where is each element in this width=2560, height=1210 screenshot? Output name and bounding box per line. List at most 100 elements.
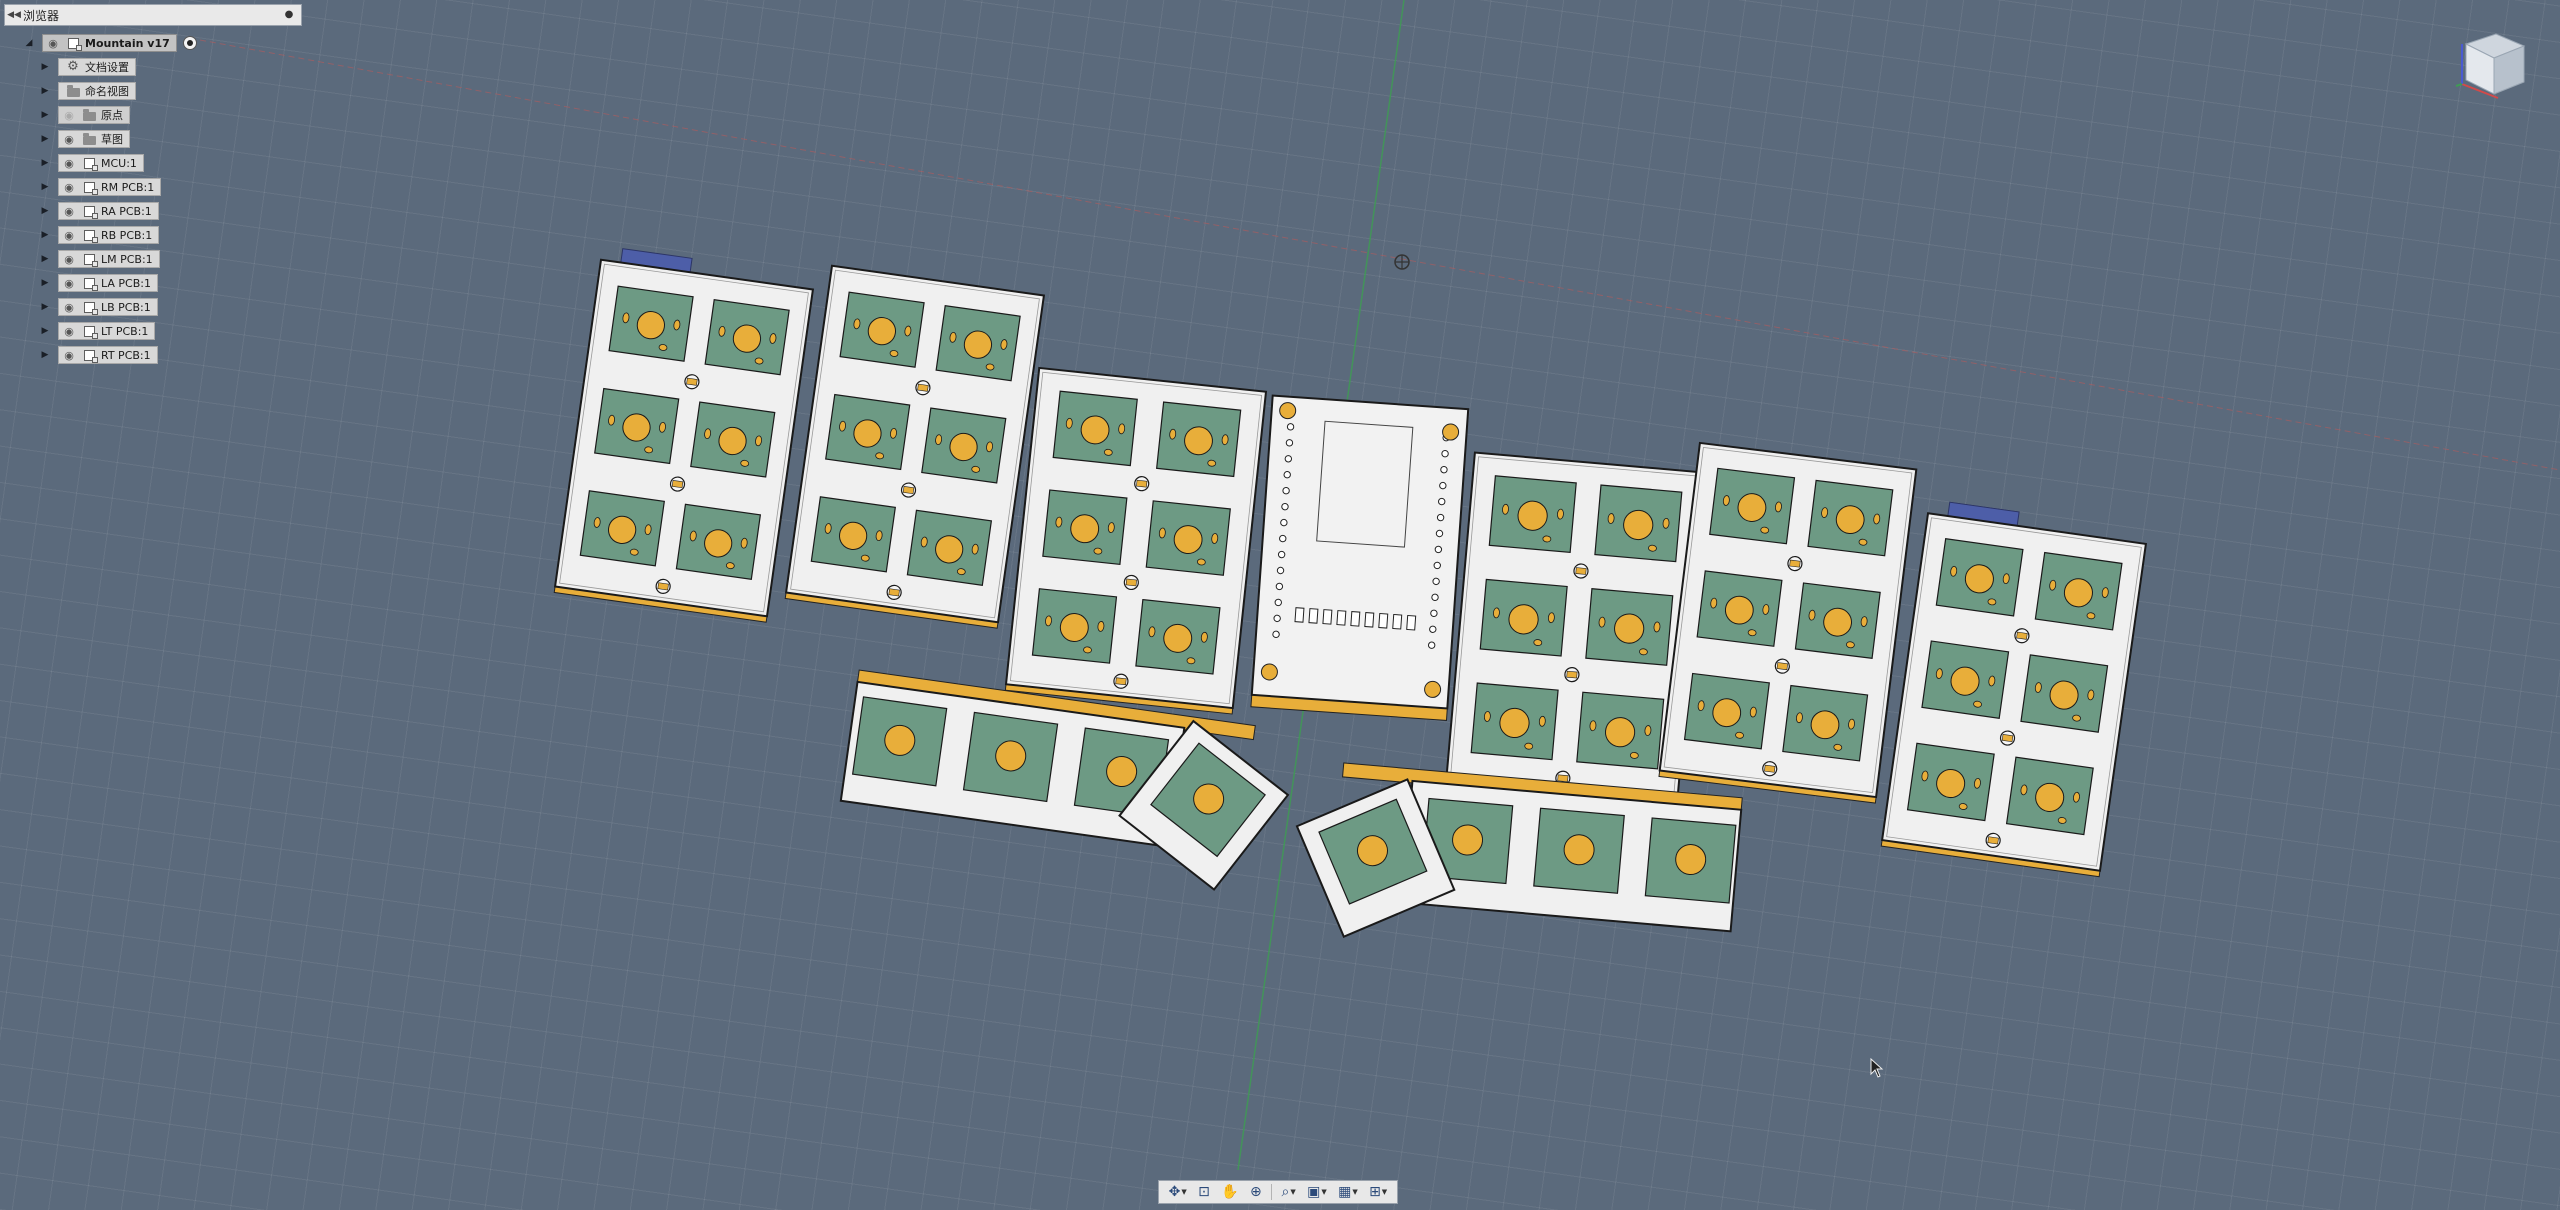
display-settings-tool[interactable]: ▣ ▼ bbox=[1305, 1182, 1329, 1202]
tree-item-node[interactable]: ◉ RA PCB:1 bbox=[58, 202, 159, 220]
lt-pcb-board[interactable] bbox=[553, 246, 815, 623]
visibility-eye-icon[interactable]: ◉ bbox=[61, 300, 77, 314]
expand-arrow-icon[interactable]: ▶ bbox=[38, 84, 52, 98]
visibility-eye-icon[interactable]: ◉ bbox=[45, 36, 61, 50]
viewports-icon: ⊞ bbox=[1369, 1184, 1381, 1200]
expand-arrow-icon[interactable]: ▶ bbox=[38, 276, 52, 290]
zoom-tool[interactable]: ⊕ bbox=[1248, 1182, 1264, 1202]
tree-item-node[interactable]: 命名视图 bbox=[58, 82, 136, 100]
expand-arrow-icon[interactable]: ▶ bbox=[38, 108, 52, 122]
component-icon bbox=[81, 300, 98, 315]
visibility-eye-icon[interactable]: ◉ bbox=[61, 324, 77, 338]
expand-arrow-icon[interactable]: ▶ bbox=[38, 228, 52, 242]
tree-item-row[interactable]: ▶ ◉ LM PCB:1 bbox=[38, 249, 160, 269]
keyboard-model[interactable] bbox=[0, 0, 2560, 1210]
activate-radio-icon[interactable] bbox=[182, 36, 197, 50]
root-node[interactable]: ◉ Mountain v17 bbox=[42, 34, 177, 52]
visibility-eye-icon[interactable]: ◉ bbox=[61, 252, 77, 266]
folder-icon bbox=[81, 132, 97, 146]
component-icon bbox=[81, 276, 98, 291]
collapse-arrow-icon[interactable]: ◢ bbox=[22, 36, 36, 50]
visibility-eye-icon[interactable]: ◉ bbox=[61, 132, 77, 146]
expand-arrow-icon[interactable]: ▶ bbox=[38, 156, 52, 170]
chevron-down-icon[interactable]: ▼ bbox=[1352, 1188, 1357, 1196]
tree-item-node[interactable]: ◉ MCU:1 bbox=[58, 154, 144, 172]
collapse-panel-icon[interactable]: ◀◀ bbox=[5, 10, 23, 20]
rt-pcb-board[interactable] bbox=[1880, 499, 2148, 878]
tree-item-node[interactable]: ⚙ 文档设置 bbox=[58, 58, 136, 76]
visibility-eye-icon[interactable]: ◉ bbox=[61, 204, 77, 218]
orbit-tool[interactable]: ✥ ▼ bbox=[1167, 1182, 1189, 1202]
tree-item-node[interactable]: ◉ RT PCB:1 bbox=[58, 346, 158, 364]
expand-arrow-icon[interactable]: ▶ bbox=[38, 324, 52, 338]
tree-item-row[interactable]: ▶ ◉ LA PCB:1 bbox=[38, 273, 158, 293]
viewports-tool[interactable]: ⊞ ▼ bbox=[1367, 1182, 1389, 1202]
fit-tool[interactable]: ⌕ ▼ bbox=[1280, 1182, 1298, 1202]
component-icon bbox=[65, 36, 82, 51]
visibility-eye-icon[interactable]: ◉ bbox=[61, 180, 77, 194]
la-pcb-board[interactable] bbox=[1004, 366, 1268, 715]
visibility-eye-icon[interactable]: ◉ bbox=[61, 348, 77, 362]
expand-arrow-icon[interactable]: ▶ bbox=[38, 132, 52, 146]
visibility-eye-icon[interactable]: ◉ bbox=[61, 228, 77, 242]
chevron-down-icon[interactable]: ▼ bbox=[1181, 1188, 1186, 1196]
rb-pcb-board[interactable] bbox=[1658, 441, 1918, 804]
tree-item-node[interactable]: ◉ 草图 bbox=[58, 130, 130, 148]
component-icon bbox=[81, 252, 98, 267]
tree-item-row[interactable]: ▶ ◉ RB PCB:1 bbox=[38, 225, 160, 245]
mcu-board[interactable] bbox=[1250, 394, 1470, 721]
tree-item-node[interactable]: ◉ RM PCB:1 bbox=[58, 178, 162, 196]
toolbar-separator bbox=[1271, 1184, 1273, 1200]
chevron-down-icon[interactable]: ▼ bbox=[1321, 1188, 1326, 1196]
tree-item-row[interactable]: ▶ 命名视图 bbox=[38, 81, 136, 101]
pan-tool[interactable]: ✋ bbox=[1219, 1182, 1240, 1202]
tree-item-node[interactable]: ◉ 原点 bbox=[58, 106, 130, 124]
expand-arrow-icon[interactable]: ▶ bbox=[38, 204, 52, 218]
grid-settings-icon: ▦ bbox=[1338, 1184, 1352, 1200]
tree-item-row[interactable]: ▶ ◉ 原点 bbox=[38, 105, 130, 125]
tree-item-label: 命名视图 bbox=[85, 85, 129, 98]
tree-item-row[interactable]: ▶ ◉ LT PCB:1 bbox=[38, 321, 156, 341]
tree-root-row[interactable]: ◢ ◉ Mountain v17 bbox=[22, 33, 197, 53]
expand-arrow-icon[interactable]: ▶ bbox=[38, 300, 52, 314]
tree-item-node[interactable]: ◉ LT PCB:1 bbox=[58, 322, 156, 340]
tree-item-node[interactable]: ◉ LA PCB:1 bbox=[58, 274, 158, 292]
fit-icon: ⌕ bbox=[1281, 1184, 1290, 1200]
tree-item-row[interactable]: ▶ ⚙ 文档设置 bbox=[38, 57, 136, 77]
orbit-icon: ✥ bbox=[1168, 1184, 1181, 1200]
expand-arrow-icon[interactable]: ▶ bbox=[38, 180, 52, 194]
expand-arrow-icon[interactable]: ▶ bbox=[38, 348, 52, 362]
expand-arrow-icon[interactable]: ▶ bbox=[38, 60, 52, 74]
chevron-down-icon[interactable]: ▼ bbox=[1290, 1188, 1295, 1196]
pcb-assembly bbox=[553, 246, 2148, 939]
tree-item-node[interactable]: ◉ LB PCB:1 bbox=[58, 298, 158, 316]
visibility-eye-icon[interactable]: ◉ bbox=[61, 276, 77, 290]
tree-item-label: 草图 bbox=[101, 133, 123, 146]
tree-item-row[interactable]: ▶ ◉ MCU:1 bbox=[38, 153, 144, 173]
look-at-icon: ⊡ bbox=[1198, 1184, 1210, 1200]
lb-pcb-board[interactable] bbox=[784, 264, 1046, 629]
look-at-tool[interactable]: ⊡ bbox=[1196, 1182, 1212, 1202]
visibility-eye-icon[interactable]: ◉ bbox=[61, 156, 77, 170]
tree-item-row[interactable]: ▶ ◉ RM PCB:1 bbox=[38, 177, 162, 197]
display-settings-icon: ▣ bbox=[1307, 1184, 1321, 1200]
component-icon bbox=[81, 180, 98, 195]
tree-item-row[interactable]: ▶ ◉ RT PCB:1 bbox=[38, 345, 158, 365]
view-cube[interactable] bbox=[2452, 24, 2532, 104]
expand-arrow-icon[interactable]: ▶ bbox=[38, 252, 52, 266]
3d-viewport[interactable] bbox=[0, 0, 2560, 1210]
tree-item-node[interactable]: ◉ RB PCB:1 bbox=[58, 226, 160, 244]
root-label: Mountain v17 bbox=[85, 36, 170, 50]
folder-icon bbox=[81, 108, 97, 122]
tree-item-label: LM PCB:1 bbox=[101, 252, 153, 266]
y-axis-indicator bbox=[2455, 83, 2463, 87]
tree-item-row[interactable]: ▶ ◉ 草图 bbox=[38, 129, 130, 149]
grid-settings-tool[interactable]: ▦ ▼ bbox=[1336, 1182, 1360, 1202]
tree-item-row[interactable]: ▶ ◉ LB PCB:1 bbox=[38, 297, 158, 317]
pin-icon[interactable]: ● bbox=[281, 7, 297, 23]
tree-item-label: RT PCB:1 bbox=[101, 348, 151, 362]
visibility-eye-off-icon[interactable]: ◉ bbox=[61, 108, 77, 122]
chevron-down-icon[interactable]: ▼ bbox=[1382, 1188, 1387, 1196]
tree-item-row[interactable]: ▶ ◉ RA PCB:1 bbox=[38, 201, 159, 221]
tree-item-node[interactable]: ◉ LM PCB:1 bbox=[58, 250, 160, 268]
